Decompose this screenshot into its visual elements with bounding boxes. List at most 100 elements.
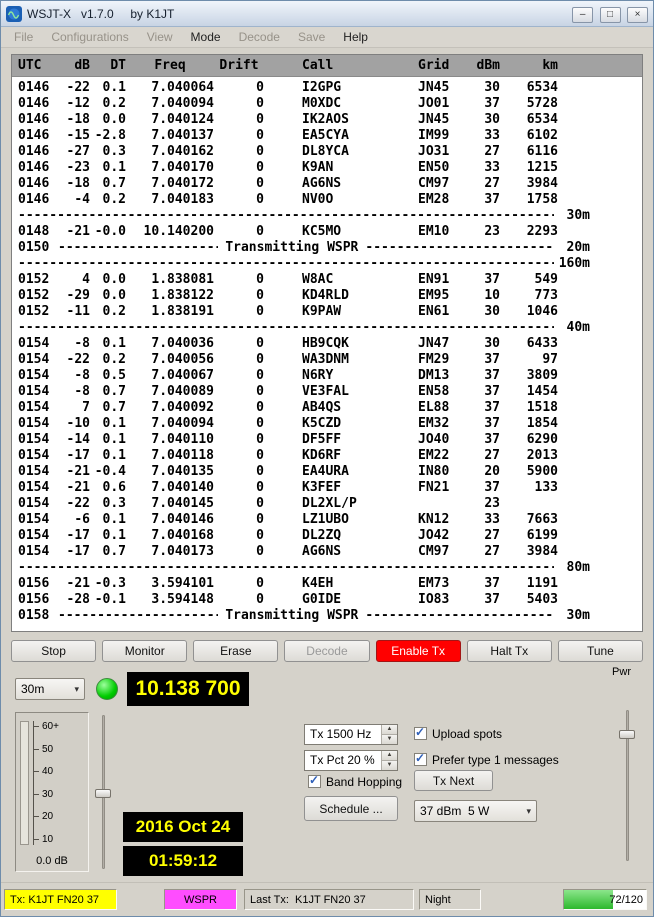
cell-km: 1191: [500, 576, 558, 592]
cell-km: 1215: [500, 160, 558, 176]
transmit-label: Transmitting WSPR: [218, 608, 365, 624]
chevron-down-icon: ▾: [74, 684, 79, 695]
slider-thumb[interactable]: [619, 730, 635, 739]
cell-drift: 0: [214, 384, 264, 400]
decode-row: 0152-110.21.8381910K9PAWEN61301046: [12, 304, 642, 320]
cell-utc: 0154: [12, 480, 58, 496]
rx-gain-slider[interactable]: [94, 713, 112, 871]
band-selector[interactable]: 30m ▾: [15, 678, 85, 700]
pwr-slider[interactable]: [618, 708, 636, 863]
cell-dbm: 37: [476, 96, 500, 112]
spin-down-icon[interactable]: ▼: [382, 761, 397, 770]
cell-utc: 0154: [12, 464, 58, 480]
prefer-type1-checkbox[interactable]: ✓ Prefer type 1 messages: [414, 752, 559, 767]
spin-up-icon[interactable]: ▲: [382, 751, 397, 761]
menu-save[interactable]: Save: [289, 28, 334, 46]
decode-row: 0154-220.27.0400560WA3DNMFM293797: [12, 352, 642, 368]
schedule-button[interactable]: Schedule ...: [304, 796, 398, 821]
progress-fill: [564, 890, 613, 909]
decode-row: 0146-220.17.0400640I2GPGJN45306534: [12, 80, 642, 96]
band-hopping-checkbox[interactable]: ✓ Band Hopping: [308, 774, 402, 789]
cell-call: K5CZD: [302, 416, 412, 432]
menu-view[interactable]: View: [138, 28, 182, 46]
spin-down-icon[interactable]: ▼: [382, 735, 397, 744]
check-icon: ✓: [415, 725, 425, 739]
monitor-button[interactable]: Monitor: [102, 640, 187, 662]
cell-utc: 0146: [12, 96, 58, 112]
cell-grid: EN50: [412, 160, 476, 176]
dashes: ----------------------------------------…: [18, 256, 554, 272]
upload-spots-checkbox[interactable]: ✓ Upload spots: [414, 726, 502, 741]
decode-row: 0154-80.17.0400360HB9CQKJN47306433: [12, 336, 642, 352]
cell-km: 5403: [500, 592, 558, 608]
cell-call: NV0O: [302, 192, 412, 208]
cell-call: AB4QS: [302, 400, 412, 416]
tx-pct-value[interactable]: Tx Pct 20 %: [305, 751, 381, 770]
cell-drift: 0: [214, 336, 264, 352]
slider-thumb[interactable]: [95, 789, 111, 798]
tx-pct-spinner[interactable]: Tx Pct 20 % ▲▼: [304, 750, 398, 771]
band-row: 30m ▾ 10.138 700 Pwr: [15, 672, 639, 706]
cell-dt: 0.2: [90, 192, 126, 208]
tx-next-button[interactable]: Tx Next: [414, 770, 493, 791]
title-bar[interactable]: WSJT-X v1.7.0 by K1JT – □ ×: [1, 1, 653, 27]
cell-dbm: 37: [476, 432, 500, 448]
decode-button[interactable]: Decode: [284, 640, 369, 662]
cell-db: -10: [58, 416, 90, 432]
spin-up-icon[interactable]: ▲: [382, 725, 397, 735]
halt-tx-button[interactable]: Halt Tx: [467, 640, 552, 662]
meter-scale-mark: 50: [34, 744, 59, 755]
cell-freq: 1.838191: [126, 304, 214, 320]
decode-rows[interactable]: 0146-220.17.0400640I2GPGJN453065340146-1…: [12, 77, 642, 631]
cell-dt: 0.2: [90, 352, 126, 368]
cell-freq: 3.594101: [126, 576, 214, 592]
date-display: 2016 Oct 24: [123, 812, 243, 842]
menu-file[interactable]: File: [5, 28, 42, 46]
cell-db: -8: [58, 384, 90, 400]
menu-help[interactable]: Help: [334, 28, 377, 46]
cell-freq: 7.040135: [126, 464, 214, 480]
erase-button[interactable]: Erase: [193, 640, 278, 662]
stop-button[interactable]: Stop: [11, 640, 96, 662]
cell-dt: -0.3: [90, 576, 126, 592]
cell-drift: 0: [214, 224, 264, 240]
tx-freq-spinner[interactable]: Tx 1500 Hz ▲▼: [304, 724, 398, 745]
rx-status-light: [96, 678, 118, 700]
cell-drift: 0: [214, 144, 264, 160]
meter-reading: 0.0 dB: [16, 855, 88, 867]
power-selector[interactable]: 37 dBm 5 W ▾: [414, 800, 537, 822]
cell-dt: 0.3: [90, 144, 126, 160]
cell-grid: EM10: [412, 224, 476, 240]
tx-freq-value[interactable]: Tx 1500 Hz: [305, 725, 381, 744]
cell-utc: 0154: [12, 448, 58, 464]
tune-button[interactable]: Tune: [558, 640, 643, 662]
decode-row: 0154-140.17.0401100DF5FFJO40376290: [12, 432, 642, 448]
cell-dbm: 23: [476, 224, 500, 240]
last-tx-label: Last Tx: K1JT FN20 37: [244, 889, 414, 910]
maximize-button[interactable]: □: [600, 7, 621, 23]
cell-freq: 7.040146: [126, 512, 214, 528]
close-button[interactable]: ×: [627, 7, 648, 23]
cell-utc: 0154: [12, 416, 58, 432]
minimize-button[interactable]: –: [572, 7, 593, 23]
spinner-buttons: ▲▼: [381, 751, 397, 770]
cell-km: 6433: [500, 336, 558, 352]
cell-dt: 0.1: [90, 528, 126, 544]
tick-icon: [34, 749, 39, 750]
enable-tx-button[interactable]: Enable Tx: [376, 640, 461, 662]
decode-row: 0146-230.17.0401700K9ANEN50331215: [12, 160, 642, 176]
tick-icon: [34, 816, 39, 817]
cell-freq: 7.040089: [126, 384, 214, 400]
menu-decode[interactable]: Decode: [230, 28, 289, 46]
cell-utc: 0158: [12, 608, 58, 624]
cell-grid: JO01: [412, 96, 476, 112]
menu-configurations[interactable]: Configurations: [42, 28, 137, 46]
cell-dt: 0.1: [90, 512, 126, 528]
menu-mode[interactable]: Mode: [182, 28, 230, 46]
cell-freq: 7.040183: [126, 192, 214, 208]
cell-grid: EN58: [412, 384, 476, 400]
cell-utc: 0146: [12, 128, 58, 144]
cell-freq: 7.040162: [126, 144, 214, 160]
cell-freq: 7.040168: [126, 528, 214, 544]
cell-dt: 0.7: [90, 544, 126, 560]
